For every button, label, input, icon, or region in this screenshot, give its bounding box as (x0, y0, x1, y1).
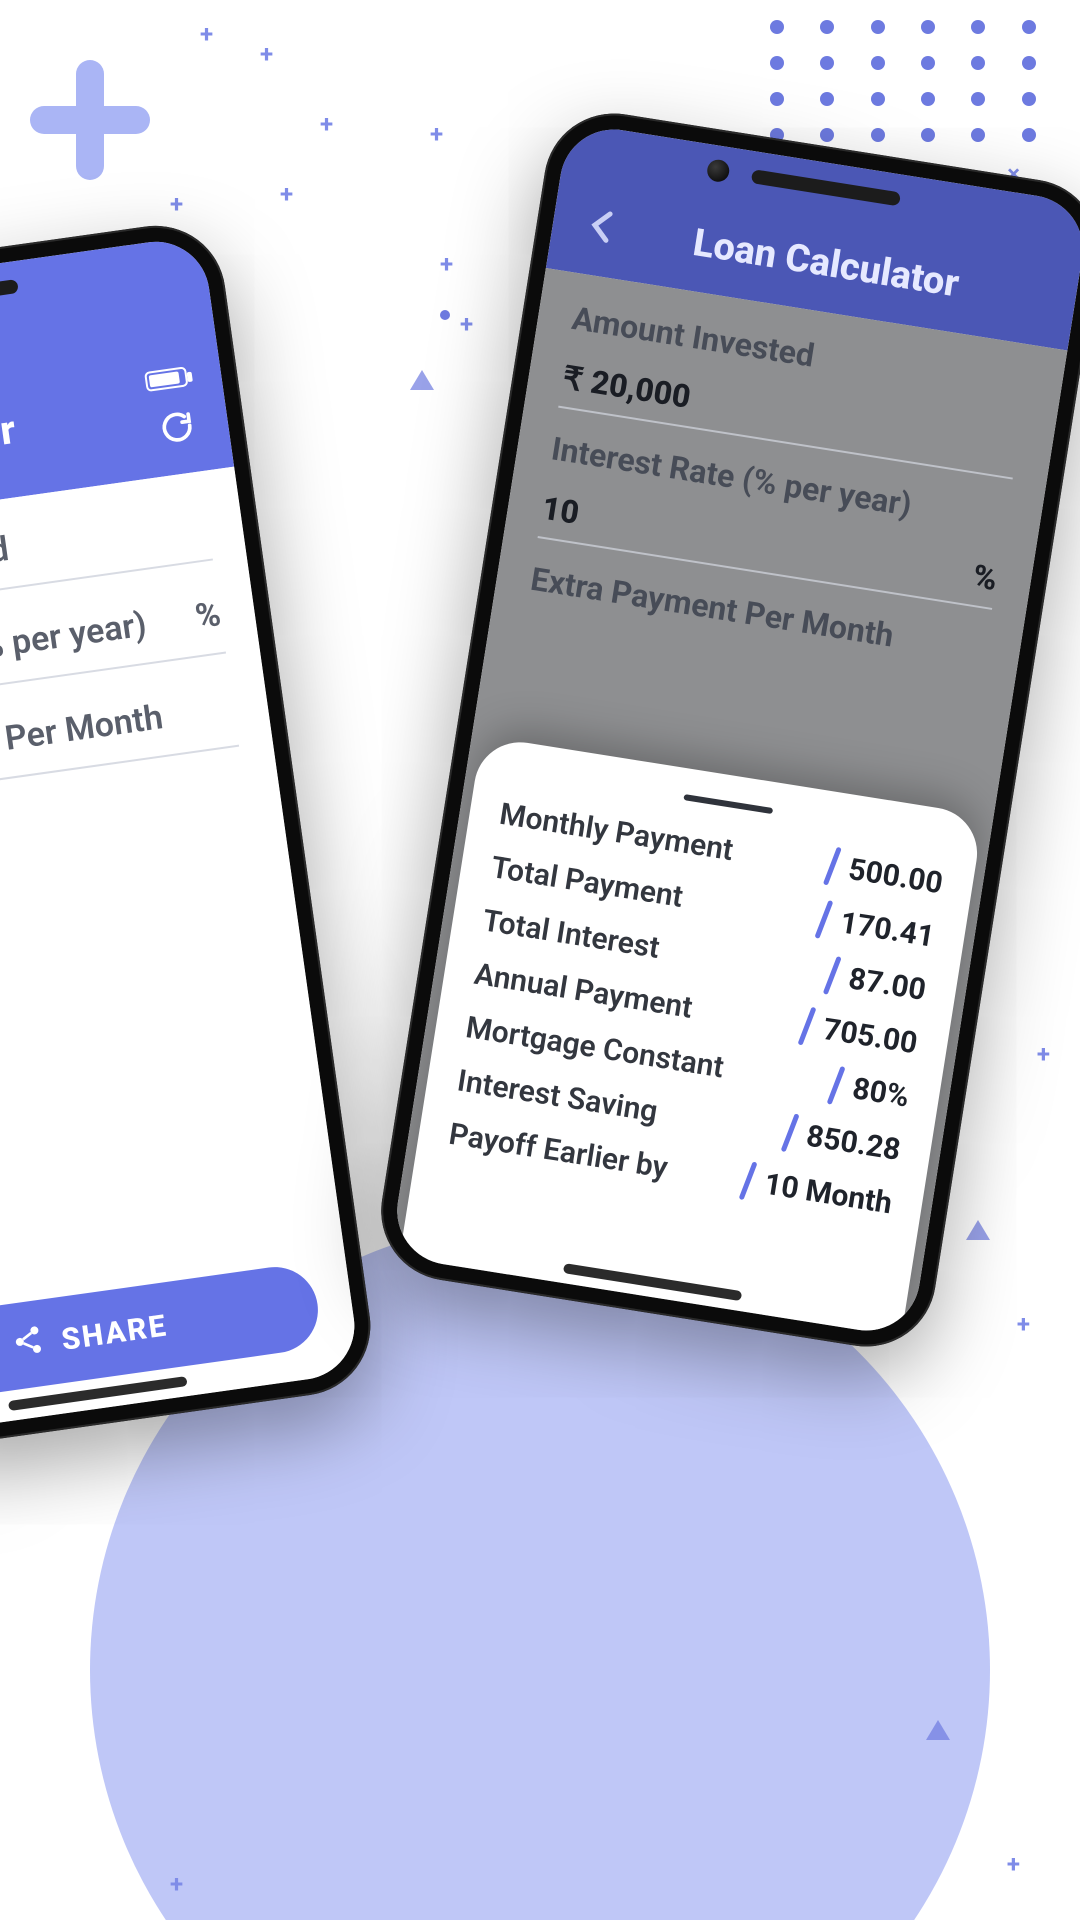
result-marker-icon (781, 1113, 800, 1152)
result-marker-icon (823, 956, 842, 995)
results-list: Monthly Payment 500.00 Total Payment 170… (446, 794, 945, 1224)
phone-mockup-results: Loan Calculator Amount Invested ₹20,000 … (371, 103, 1080, 1356)
result-value: 170.41 (838, 905, 937, 954)
result-value: 87.00 (846, 961, 928, 1008)
decor-cross-icon: + (1017, 1310, 1030, 1338)
decor-cross-icon: + (460, 310, 473, 338)
result-value: 705.00 (821, 1011, 920, 1060)
battery-icon (144, 366, 188, 392)
result-marker-icon (739, 1161, 758, 1200)
rate-label: Interest Rate (% per year) (0, 605, 149, 698)
dimmed-background: Amount Invested ₹20,000 Interest Rate (%… (389, 268, 1067, 1338)
result-value: 80% (850, 1071, 911, 1114)
result-value: 500.00 (846, 851, 945, 900)
decor-cross-icon: + (1037, 1040, 1050, 1068)
decor-cross-icon: + (430, 120, 443, 148)
result-value: 850.28 (804, 1118, 903, 1167)
back-button[interactable] (580, 204, 626, 254)
decor-cross-icon: + (320, 110, 333, 138)
result-marker-icon (827, 1066, 846, 1105)
sheet-grab-handle[interactable] (683, 794, 773, 814)
decor-cross-icon: + (440, 250, 453, 278)
decor-cross-icon: + (170, 1870, 183, 1898)
rate-suffix: % (970, 557, 999, 598)
decor-cross-icon: + (280, 180, 293, 208)
page-title: Loan Calculator (0, 405, 18, 491)
result-marker-icon (798, 1007, 817, 1046)
decor-cross-icon: + (200, 20, 213, 48)
decor-dot (440, 310, 450, 320)
share-icon (9, 1323, 46, 1367)
decor-triangle-icon (410, 370, 434, 390)
tenure-unit-toggle[interactable]: Years (0, 810, 254, 914)
extra-payment-label: Extra Payment Per Month (0, 697, 165, 791)
decor-cross-icon: + (260, 40, 273, 68)
input-form: Amount Invested Interest Rate (% per yea… (0, 467, 361, 1446)
result-marker-icon (823, 847, 842, 886)
decor-triangle-icon (926, 1720, 950, 1740)
decor-triangle-icon (966, 1220, 990, 1240)
amount-label: Amount Invested (0, 529, 11, 605)
decor-plus-icon (30, 60, 150, 180)
amount-number: 20,000 (588, 363, 693, 416)
share-label: SHARE (59, 1308, 169, 1357)
result-marker-icon (815, 900, 834, 939)
result-value: 10 Month (762, 1166, 895, 1221)
decor-cross-icon: + (170, 190, 183, 218)
decor-cross-icon: + (1007, 1850, 1020, 1878)
decor-dot-grid (760, 0, 1060, 162)
phone-mockup-input: 9:41 Loan Calculator Amount Invested In (0, 217, 379, 1463)
reset-button[interactable] (158, 408, 196, 446)
extra-payment-field[interactable]: Extra Payment Per Month (0, 687, 239, 810)
rate-number: 10 (539, 489, 581, 532)
currency-symbol: ₹ (560, 359, 586, 398)
results-bottom-sheet[interactable]: Monthly Payment 500.00 Total Payment 170… (399, 736, 983, 1337)
result-label: Total Interest (480, 903, 662, 965)
rate-suffix: % (193, 594, 223, 637)
